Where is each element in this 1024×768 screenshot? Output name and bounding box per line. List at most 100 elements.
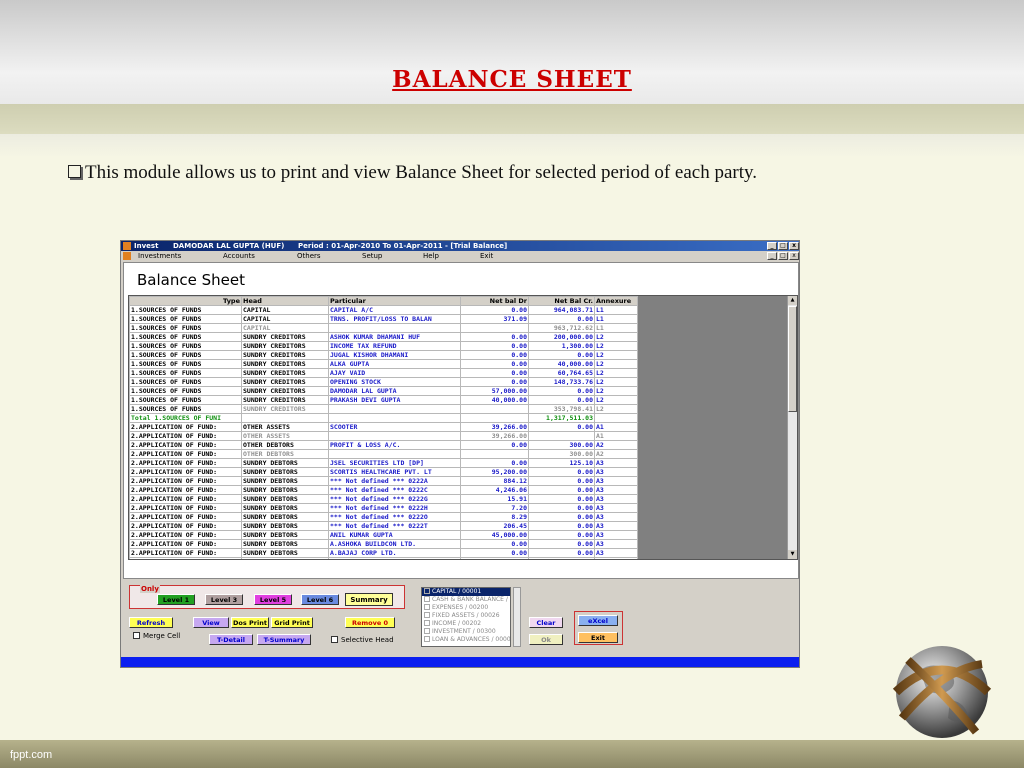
table-row[interactable]: 1.SOURCES OF FUNDS SUNDRY CREDITORS 353,79…: [129, 404, 638, 414]
table-row[interactable]: 1.SOURCES OF FUNDS SUNDRY CREDITORS ASHOK …: [129, 332, 638, 342]
close-button[interactable]: x: [789, 242, 799, 250]
net-dr-cell: 0.00: [460, 341, 529, 351]
list-item[interactable]: INCOME / 00202: [422, 620, 510, 628]
grid-print-button[interactable]: Grid Print: [271, 617, 313, 628]
table-row[interactable]: 2.APPLICATION OF FUND: SUNDRY DEBTORS *** …: [129, 494, 638, 504]
remove-zero-button[interactable]: Remove 0: [345, 617, 395, 628]
menu-investments[interactable]: Investments: [138, 252, 181, 260]
menu-accounts[interactable]: Accounts: [223, 252, 255, 260]
annexure-cell: L2: [594, 341, 638, 351]
child-minimize-button[interactable]: _: [767, 252, 777, 260]
dos-print-button[interactable]: Dos Print: [231, 617, 269, 628]
minimize-button[interactable]: _: [767, 242, 777, 250]
table-row[interactable]: 2.APPLICATION OF FUND: OTHER ASSETS SCOOTE…: [129, 422, 638, 432]
scroll-down-icon[interactable]: ▼: [788, 550, 797, 559]
scroll-up-icon[interactable]: ▲: [788, 296, 797, 305]
net-cr-cell: 0.00: [528, 530, 595, 540]
table-row[interactable]: 1.SOURCES OF FUNDS CAPITAL TRNS. PROFIT/LO…: [129, 314, 638, 324]
table-row[interactable]: Total 1.SOURCES OF FUNI 1,317,511.03: [129, 413, 638, 423]
maximize-button[interactable]: □: [778, 242, 788, 250]
listbox-scrollbar[interactable]: [513, 587, 521, 647]
selective-head-checkbox[interactable]: Selective Head: [331, 636, 394, 644]
level-5-button[interactable]: Level 5: [254, 594, 292, 605]
selective-head-box[interactable]: [331, 636, 338, 643]
table-row[interactable]: 1.SOURCES OF FUNDS CAPITAL 963,712.62 L1: [129, 323, 638, 333]
table-row[interactable]: 2.APPLICATION OF FUND: SUNDRY DEBTORS *** …: [129, 503, 638, 513]
type-cell: 1.SOURCES OF FUNDS: [129, 350, 242, 360]
list-item[interactable]: CASH & BANK BALANCE /: [422, 596, 510, 604]
t-summary-button[interactable]: T-Summary: [257, 634, 311, 645]
balance-grid[interactable]: Type Head Particular Net bal Dr Net Bal …: [128, 295, 798, 560]
table-row[interactable]: 1.SOURCES OF FUNDS SUNDRY CREDITORS ALKA G…: [129, 359, 638, 369]
table-row[interactable]: 1.SOURCES OF FUNDS SUNDRY CREDITORS DAMODA…: [129, 386, 638, 396]
list-item[interactable]: CAPITAL / 00001: [422, 588, 510, 596]
refresh-button[interactable]: Refresh: [129, 617, 173, 628]
ok-button[interactable]: Ok: [529, 634, 563, 645]
annexure-cell: A1: [594, 422, 638, 432]
table-row[interactable]: 1.SOURCES OF FUNDS SUNDRY CREDITORS PRAKAS…: [129, 395, 638, 405]
table-row[interactable]: 1.SOURCES OF FUNDS SUNDRY CREDITORS OPENIN…: [129, 377, 638, 387]
table-row[interactable]: 2.APPLICATION OF FUND: SUNDRY DEBTORS *** …: [129, 485, 638, 495]
list-item[interactable]: EXPENSES / 00200: [422, 604, 510, 612]
clear-button[interactable]: Clear: [529, 617, 563, 628]
table-row[interactable]: 2.APPLICATION OF FUND: SUNDRY DEBTORS A.BA…: [129, 548, 638, 558]
heads-listbox[interactable]: CAPITAL / 00001 CASH & BANK BALANCE / EX…: [421, 587, 511, 647]
t-detail-button[interactable]: T-Detail: [209, 634, 253, 645]
table-row[interactable]: 2.APPLICATION OF FUND: SUNDRY DEBTORS *** …: [129, 512, 638, 522]
col-annexure[interactable]: Annexure: [594, 296, 638, 306]
table-row[interactable]: 2.APPLICATION OF FUND: SUNDRY DEBTORS SCOR…: [129, 467, 638, 477]
annexure-cell: L2: [594, 404, 638, 414]
net-dr-cell: 0.00: [460, 377, 529, 387]
level-6-button[interactable]: Level 6: [301, 594, 339, 605]
table-row[interactable]: 1.SOURCES OF FUNDS CAPITAL CAPITAL A/C 0.00…: [129, 305, 638, 315]
exit-button[interactable]: Exit: [578, 632, 618, 643]
menu-setup[interactable]: Setup: [362, 252, 382, 260]
table-row[interactable]: 2.APPLICATION OF FUND: SUNDRY DEBTORS ANIL…: [129, 530, 638, 540]
net-dr-cell: 0.00: [460, 332, 529, 342]
list-item[interactable]: INVESTMENT / 00300: [422, 628, 510, 636]
child-close-button[interactable]: x: [789, 252, 799, 260]
menu-help[interactable]: Help: [423, 252, 439, 260]
col-type[interactable]: Type: [129, 296, 242, 306]
level-3-button[interactable]: Level 3: [205, 594, 243, 605]
table-row[interactable]: 2.APPLICATION OF FUND: OTHER DEBTORS PROFI…: [129, 440, 638, 450]
table-row[interactable]: 2.APPLICATION OF FUND: OTHER DEBTORS 300.0…: [129, 449, 638, 459]
table-row[interactable]: 1.SOURCES OF FUNDS SUNDRY CREDITORS AJAY V…: [129, 368, 638, 378]
menu-exit[interactable]: Exit: [480, 252, 493, 260]
summary-button[interactable]: Summary: [345, 593, 393, 606]
table-row[interactable]: 2.APPLICATION OF FUND: SUNDRY DEBTORS A.AS…: [129, 539, 638, 549]
particular-cell: *** Not defined *** 0222T: [328, 521, 461, 531]
col-head[interactable]: Head: [241, 296, 329, 306]
table-row[interactable]: 2.APPLICATION OF FUND: OTHER ASSETS 39,266…: [129, 431, 638, 441]
col-net-bal-cr[interactable]: Net Bal Cr.: [528, 296, 595, 306]
particular-cell: [328, 413, 461, 423]
particular-cell: ASHOK KUMAR DHAMANI HUF: [328, 332, 461, 342]
list-item[interactable]: FIXED ASSETS / 00026: [422, 612, 510, 620]
list-item[interactable]: LOAN & ADVANCES / 0000: [422, 636, 510, 644]
particular-cell: PROFIT & LOSS A/C.: [328, 440, 461, 450]
col-net-bal-dr[interactable]: Net bal Dr: [460, 296, 529, 306]
excel-button[interactable]: eXcel: [578, 615, 618, 626]
type-cell: 2.APPLICATION OF FUND:: [129, 539, 242, 549]
child-maximize-button[interactable]: □: [778, 252, 788, 260]
merge-cell-checkbox[interactable]: Merge Cell: [133, 632, 180, 640]
table-row[interactable]: 2.APPLICATION OF FUND: SUNDRY DEBTORS JSEL…: [129, 458, 638, 468]
view-button[interactable]: View: [193, 617, 229, 628]
table-row[interactable]: 2.APPLICATION OF FUND: SUNDRY DEBTORS *** …: [129, 521, 638, 531]
menu-others[interactable]: Others: [297, 252, 321, 260]
table-row[interactable]: 2.APPLICATION OF FUND:SUNDRY DEBTORSA.CO…: [129, 557, 638, 559]
particular-cell: A.BAJAJ CORP LTD.: [328, 548, 461, 558]
col-particular[interactable]: Particular: [328, 296, 461, 306]
table-row[interactable]: 1.SOURCES OF FUNDS SUNDRY CREDITORS JUGAL …: [129, 350, 638, 360]
annexure-cell: A3: [594, 548, 638, 558]
table-row[interactable]: 2.APPLICATION OF FUND: SUNDRY DEBTORS *** …: [129, 476, 638, 486]
level-1-button[interactable]: Level 1: [157, 594, 195, 605]
net-cr-cell: 0.00: [528, 512, 595, 522]
scroll-thumb[interactable]: [788, 306, 797, 412]
net-cr-cell: 0.00: [528, 476, 595, 486]
merge-cell-box[interactable]: [133, 632, 140, 639]
table-row[interactable]: 1.SOURCES OF FUNDS SUNDRY CREDITORS INCOME…: [129, 341, 638, 351]
net-cr-cell: 963,712.62: [528, 323, 595, 333]
net-cr-cell: 60,764.65: [528, 368, 595, 378]
grid-scrollbar[interactable]: ▲ ▼: [787, 296, 797, 559]
